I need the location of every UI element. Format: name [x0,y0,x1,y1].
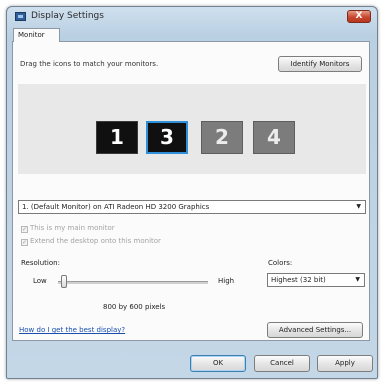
monitor-1-icon[interactable]: 1 [96,121,138,154]
colors-select-value: Highest (32 bit) [271,276,326,284]
main-monitor-checkbox[interactable]: ✓ This is my main monitor [21,224,115,233]
colors-label: Colors: [268,259,293,267]
cancel-button[interactable]: Cancel [254,355,310,372]
checkbox-checked-icon: ✓ [21,226,28,233]
chevron-down-icon: ▼ [356,203,361,210]
tab-monitor-label: Monitor [18,31,45,39]
title-bar: Display Settings X [7,7,377,27]
window-title: Display Settings [31,11,104,21]
resolution-value-text: 800 by 600 pixels [103,303,166,311]
chevron-down-icon: ▼ [355,276,360,283]
monitor-1-number: 1 [110,125,124,149]
close-button[interactable]: X [347,10,371,23]
monitor-arrangement-area [18,84,366,174]
main-monitor-label: This is my main monitor [30,224,115,232]
monitor-4-number: 4 [267,125,281,149]
extend-desktop-label: Extend the desktop onto this monitor [30,237,161,245]
ok-button[interactable]: OK [190,355,246,372]
identify-monitors-button[interactable]: Identify Monitors [278,56,362,72]
advanced-settings-label: Advanced Settings... [278,326,352,334]
checkbox-checked-icon: ✓ [21,239,28,246]
colors-select[interactable]: Highest (32 bit) ▼ [267,273,365,287]
display-settings-icon [15,12,26,21]
apply-button[interactable]: Apply [317,355,373,372]
advanced-settings-button[interactable]: Advanced Settings... [267,322,363,338]
monitor-3-number: 3 [160,125,174,149]
monitor-2-number: 2 [215,125,229,149]
identify-monitors-label: Identify Monitors [290,60,350,68]
monitor-select[interactable]: 1. (Default Monitor) on ATI Radeon HD 32… [18,200,366,214]
resolution-low-label: Low [33,277,47,285]
apply-label: Apply [335,359,355,367]
close-icon: X [355,11,363,21]
resolution-slider-thumb[interactable] [61,275,67,288]
drag-hint-text: Drag the icons to match your monitors. [20,60,159,68]
monitor-3-icon[interactable]: 3 [146,121,188,154]
monitor-select-value: 1. (Default Monitor) on ATI Radeon HD 32… [22,203,210,211]
tab-monitor[interactable]: Monitor [13,28,60,42]
best-display-help-link[interactable]: How do I get the best display? [19,326,125,334]
resolution-label: Resolution: [21,259,60,267]
resolution-slider-track[interactable] [58,281,208,284]
cancel-label: Cancel [270,359,294,367]
resolution-high-label: High [218,277,235,285]
monitor-2-icon[interactable]: 2 [201,121,243,154]
ok-label: OK [212,359,224,367]
monitor-4-icon[interactable]: 4 [253,121,295,154]
extend-desktop-checkbox[interactable]: ✓ Extend the desktop onto this monitor [21,237,161,246]
